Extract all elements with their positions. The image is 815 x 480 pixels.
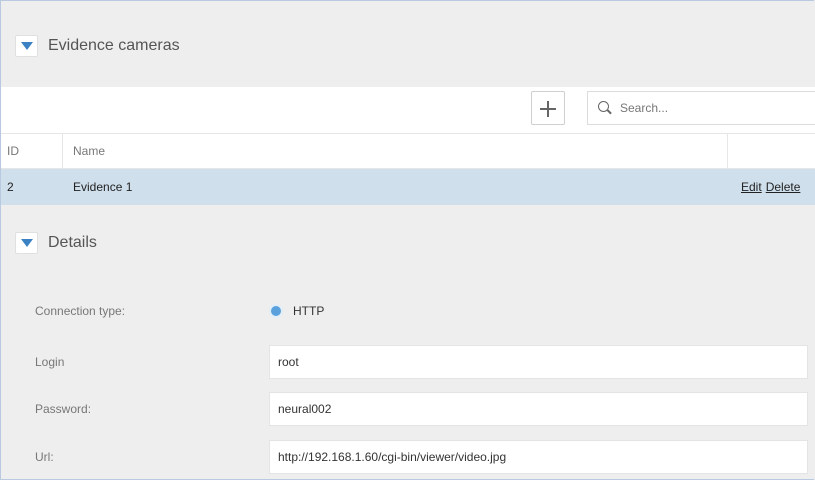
triangle-down-icon <box>20 42 33 50</box>
table-header: ID Name <box>1 134 815 169</box>
radio-selected-icon[interactable] <box>271 306 281 316</box>
collapse-toggle-button[interactable] <box>15 232 38 254</box>
table-row[interactable]: 2 Evidence 1 Edit Delete <box>1 169 815 205</box>
details-header[interactable]: Details <box>15 232 97 254</box>
url-row: Url: http://192.168.1.60/cgi-bin/viewer/… <box>1 440 815 474</box>
password-label: Password: <box>35 402 92 416</box>
url-field[interactable]: http://192.168.1.60/cgi-bin/viewer/video… <box>269 440 808 474</box>
edit-link[interactable]: Edit <box>741 180 762 194</box>
login-field[interactable]: root <box>269 345 808 379</box>
section-title: Evidence cameras <box>48 37 180 54</box>
delete-link[interactable]: Delete <box>766 180 801 194</box>
search-input[interactable] <box>618 100 812 116</box>
login-label: Login <box>35 355 65 369</box>
connection-type-label: Connection type: <box>35 304 126 318</box>
password-field[interactable]: neural002 <box>269 392 808 426</box>
cell-actions: Edit Delete <box>728 169 815 205</box>
search-box[interactable] <box>587 91 815 125</box>
radio-label-http: HTTP <box>293 304 325 318</box>
collapse-toggle-button[interactable] <box>15 35 38 57</box>
cell-id: 2 <box>7 180 14 194</box>
column-header-name[interactable]: Name <box>63 134 728 168</box>
url-label: Url: <box>35 450 54 464</box>
triangle-down-icon <box>20 239 33 247</box>
password-row: Password: neural002 <box>1 392 815 426</box>
login-row: Login root <box>1 345 815 379</box>
evidence-cameras-header[interactable]: Evidence cameras <box>15 35 180 57</box>
column-header-actions <box>728 134 815 168</box>
search-icon <box>598 101 612 115</box>
add-button[interactable] <box>531 91 565 125</box>
section-title: Details <box>48 234 97 251</box>
connection-type-radio[interactable]: HTTP <box>271 294 324 328</box>
toolbar <box>1 87 815 134</box>
connection-type-row: Connection type: HTTP <box>1 294 815 328</box>
evidence-cameras-panel: Evidence cameras ID Name 2 Evidence 1 Ed… <box>0 0 815 480</box>
column-header-id[interactable]: ID <box>1 134 63 168</box>
cell-name: Evidence 1 <box>73 180 133 194</box>
